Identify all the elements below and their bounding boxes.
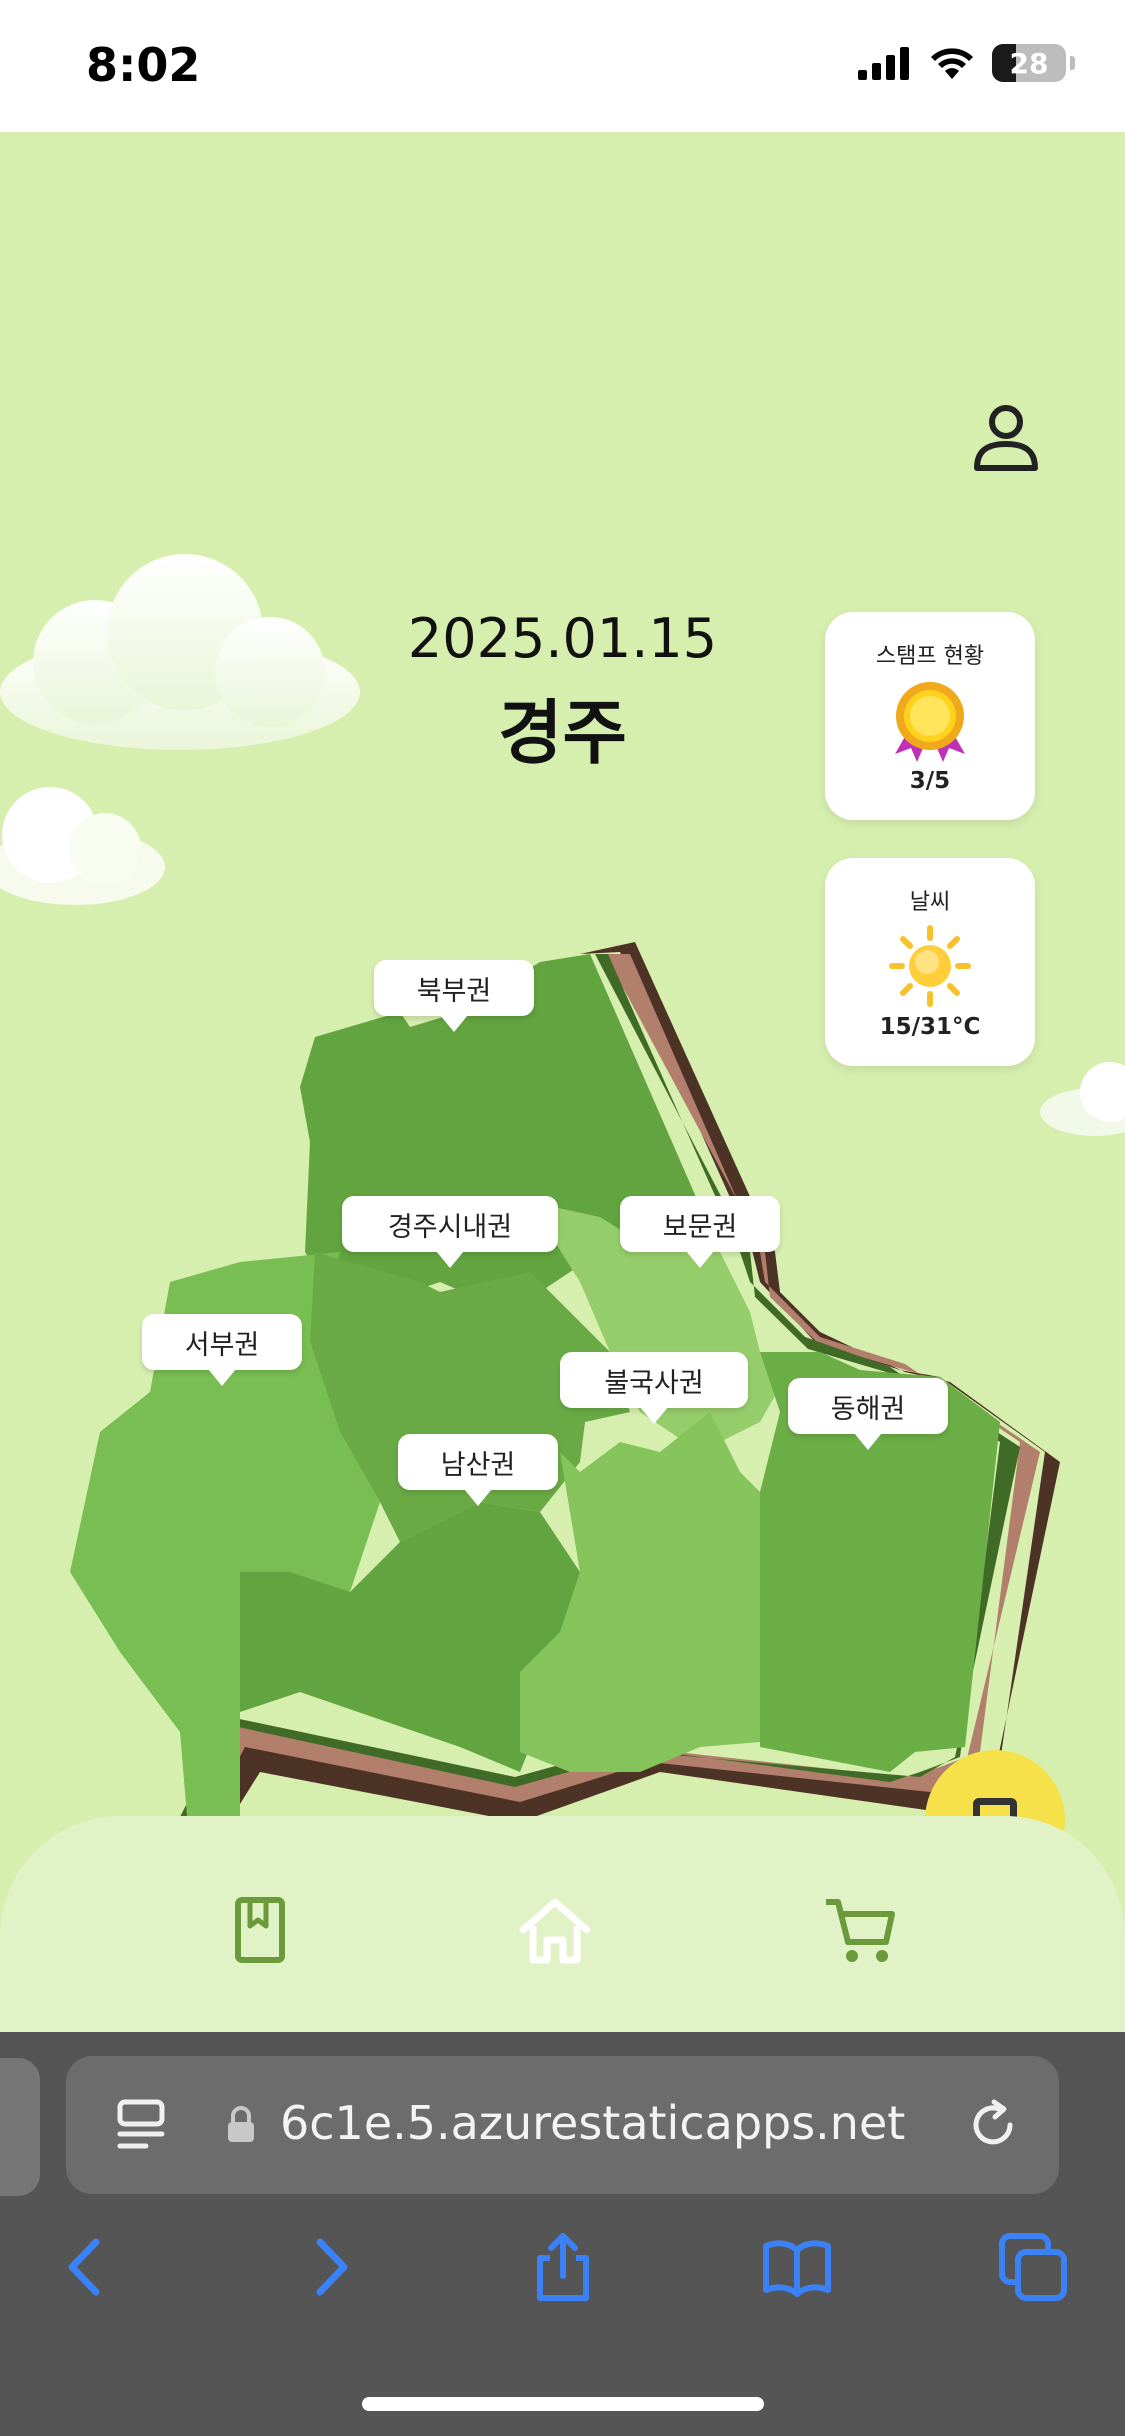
- status-time: 8:02: [86, 38, 201, 92]
- home-icon[interactable]: [515, 1890, 595, 1970]
- status-icons: 28: [858, 44, 1075, 82]
- stamp-status-card[interactable]: 스탬프 현황 3/5: [825, 612, 1035, 820]
- forward-icon[interactable]: [294, 2232, 364, 2302]
- stamp-card-title: 스탬프 현황: [875, 644, 985, 669]
- app-main: 2025.01.15 경주 스탬프 현황 3/5 날씨 15/31°C 북부권 …: [0, 132, 1125, 2032]
- back-icon[interactable]: [52, 2232, 122, 2302]
- medal-icon: [895, 682, 965, 762]
- signal-icon: [858, 47, 909, 80]
- home-indicator[interactable]: [362, 2397, 764, 2411]
- wifi-icon: [931, 48, 973, 79]
- previous-tab-peek[interactable]: [0, 2058, 40, 2196]
- share-icon[interactable]: [528, 2232, 598, 2302]
- region-label-bukbu[interactable]: 북부권: [374, 960, 534, 1032]
- lock-icon: [228, 2106, 254, 2142]
- region-label-bulguksa[interactable]: 불국사권: [560, 1352, 748, 1424]
- bookmark-book-icon[interactable]: [220, 1890, 300, 1970]
- reader-mode-icon[interactable]: [116, 2098, 168, 2152]
- url-bar[interactable]: 6c1e.5.azurestaticapps.net: [66, 2056, 1059, 2194]
- battery-level: 28: [1009, 46, 1049, 80]
- battery-icon: 28: [992, 44, 1066, 82]
- region-label-bomun[interactable]: 보문권: [620, 1196, 780, 1268]
- url-text: 6c1e.5.azurestaticapps.net: [280, 2096, 906, 2150]
- cart-icon[interactable]: [820, 1890, 900, 1970]
- region-label-seobu[interactable]: 서부권: [142, 1314, 302, 1386]
- bookmarks-icon[interactable]: [762, 2232, 832, 2302]
- tabs-icon[interactable]: [998, 2232, 1068, 2302]
- browser-toolbar: 6c1e.5.azurestaticapps.net: [0, 2032, 1125, 2436]
- region-label-namsan[interactable]: 남산권: [398, 1434, 558, 1506]
- region-label-sinae[interactable]: 경주시내권: [342, 1196, 558, 1268]
- region-label-donghae[interactable]: 동해권: [788, 1378, 948, 1450]
- reload-icon[interactable]: [966, 2098, 1020, 2152]
- profile-icon[interactable]: [968, 398, 1044, 474]
- status-bar: 8:02 28: [0, 0, 1125, 132]
- stamp-count: 3/5: [909, 768, 951, 794]
